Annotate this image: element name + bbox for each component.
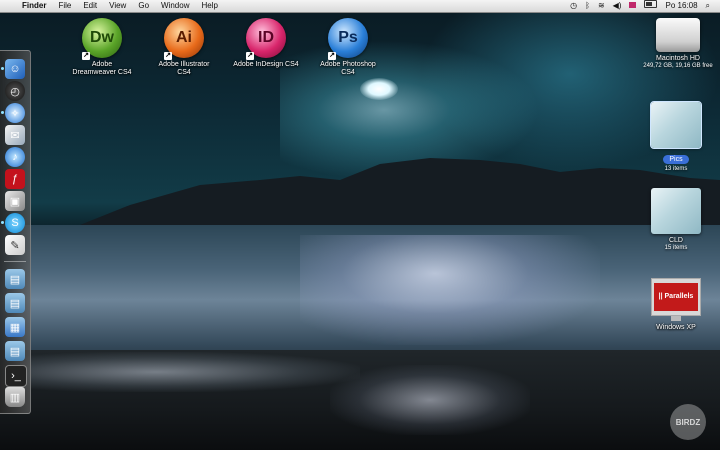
desktop-icon-dreamweaver[interactable]: Dw ↗ Adobe Dreamweaver CS4 <box>62 18 142 77</box>
running-indicator <box>1 221 4 224</box>
menu-view[interactable]: View <box>103 0 132 12</box>
indesign-icon: ID ↗ <box>246 18 286 60</box>
moon <box>360 78 398 100</box>
icon-label: Adobe Illustrator <box>158 61 210 68</box>
input-flag-icon[interactable] <box>625 0 640 12</box>
watermark: BIRDZ <box>670 404 706 440</box>
icon-label: Adobe InDesign CS4 <box>233 61 299 68</box>
icon-label: CS4 <box>341 69 355 76</box>
menu-extras: ◷ ᛒ ≋ ◀) Po 16:08 ⌕ <box>566 0 720 12</box>
running-indicator <box>1 67 4 70</box>
folder-icon <box>650 101 702 149</box>
desktop-icon-macintosh-hd[interactable]: Macintosh HD 249,72 GB, 19,16 GB free <box>638 18 718 70</box>
app-abbr: Ps <box>338 29 358 46</box>
bluetooth-icon[interactable]: ᛒ <box>581 0 594 12</box>
icon-label: Windows XP <box>656 324 696 331</box>
icon-info: 249,72 GB, 19,16 GB free <box>643 63 713 69</box>
parallels-logo: || Parallels <box>654 283 698 311</box>
app-abbr: ID <box>258 29 274 46</box>
desktop-icon-pics[interactable]: Pics 13 items <box>636 101 716 173</box>
alias-arrow-icon: ↗ <box>246 52 254 60</box>
icon-label: CS4 <box>177 69 191 76</box>
menu-file[interactable]: File <box>52 0 77 12</box>
dock: ☺ ◴ ✧ ✉ ♪ ƒ ▣ S ✎ ▤ ▤ ▦ ▤ ›_ ▥ <box>0 50 31 414</box>
app-abbr: Dw <box>90 29 114 46</box>
running-indicator <box>1 111 4 114</box>
menu-bar: Finder File Edit View Go Window Help ◷ ᛒ… <box>0 0 720 13</box>
time-machine-icon[interactable]: ◷ <box>566 0 581 12</box>
alias-arrow-icon: ↗ <box>328 52 336 60</box>
alias-arrow-icon: ↗ <box>164 52 172 60</box>
dashboard-icon[interactable]: ◴ <box>5 81 25 101</box>
desktop-icon-indesign[interactable]: ID ↗ Adobe InDesign CS4 <box>226 18 306 69</box>
volume-icon[interactable]: ◀) <box>609 0 626 12</box>
menu-help[interactable]: Help <box>195 0 223 12</box>
icon-info: 15 items <box>664 245 688 251</box>
downloads-folder-icon[interactable]: ▤ <box>5 341 25 361</box>
alias-arrow-icon: ↗ <box>82 52 90 60</box>
menu-window[interactable]: Window <box>155 0 195 12</box>
flash-icon[interactable]: ƒ <box>5 169 25 189</box>
desktop-icon-cld[interactable]: CLD 15 items <box>636 188 716 252</box>
monitor-stand <box>671 316 681 321</box>
menu-edit[interactable]: Edit <box>77 0 103 12</box>
textedit-icon[interactable]: ✎ <box>5 235 25 255</box>
desktop[interactable]: Finder File Edit View Go Window Help ◷ ᛒ… <box>0 0 720 450</box>
terminal-icon[interactable]: ›_ <box>5 365 27 387</box>
pictures-folder-icon[interactable]: ▦ <box>5 317 25 337</box>
illustrator-icon: Ai ↗ <box>164 18 204 60</box>
wave-foam <box>20 352 360 392</box>
icon-label: Dreamweaver CS4 <box>72 69 132 76</box>
app-abbr: Ai <box>176 29 192 46</box>
icon-label: CLD <box>668 237 683 244</box>
dreamweaver-icon: Dw ↗ <box>82 18 122 60</box>
beach-reflection <box>330 365 530 435</box>
itunes-icon[interactable]: ♪ <box>5 147 25 167</box>
wifi-icon[interactable]: ≋ <box>594 0 609 12</box>
mail-icon[interactable]: ✉ <box>5 125 25 145</box>
menu-clock[interactable]: Po 16:08 <box>661 0 701 12</box>
icon-label-selected: Pics <box>663 155 689 164</box>
menu-finder[interactable]: Finder <box>16 0 52 12</box>
trash-icon[interactable]: ▥ <box>5 387 25 407</box>
documents-folder-icon[interactable]: ▤ <box>5 293 25 313</box>
battery-icon[interactable] <box>640 0 661 12</box>
folder-icon <box>651 188 701 234</box>
desktop-icon-windows-xp[interactable]: || Parallels Windows XP <box>636 278 716 332</box>
dock-separator <box>4 261 26 262</box>
sea-reflection <box>300 235 600 345</box>
icon-label: Macintosh HD <box>656 55 700 62</box>
photoshop-icon: Ps ↗ <box>328 18 368 60</box>
finder-icon[interactable]: ☺ <box>5 59 25 79</box>
skype-icon[interactable]: S <box>5 213 25 233</box>
icon-label: Adobe Photoshop <box>320 61 376 68</box>
preview-icon[interactable]: ▣ <box>5 191 25 211</box>
hard-drive-icon <box>656 18 700 52</box>
icon-label: Adobe <box>91 61 113 68</box>
desktop-icon-illustrator[interactable]: Ai ↗ Adobe Illustrator CS4 <box>144 18 224 77</box>
safari-icon[interactable]: ✧ <box>5 103 25 123</box>
parallels-icon: || Parallels <box>651 278 701 316</box>
menu-go[interactable]: Go <box>132 0 155 12</box>
icon-info: 13 items <box>664 166 688 172</box>
spotlight-icon[interactable]: ⌕ <box>702 0 714 12</box>
applications-folder-icon[interactable]: ▤ <box>5 269 25 289</box>
desktop-icon-photoshop[interactable]: Ps ↗ Adobe Photoshop CS4 <box>308 18 388 77</box>
